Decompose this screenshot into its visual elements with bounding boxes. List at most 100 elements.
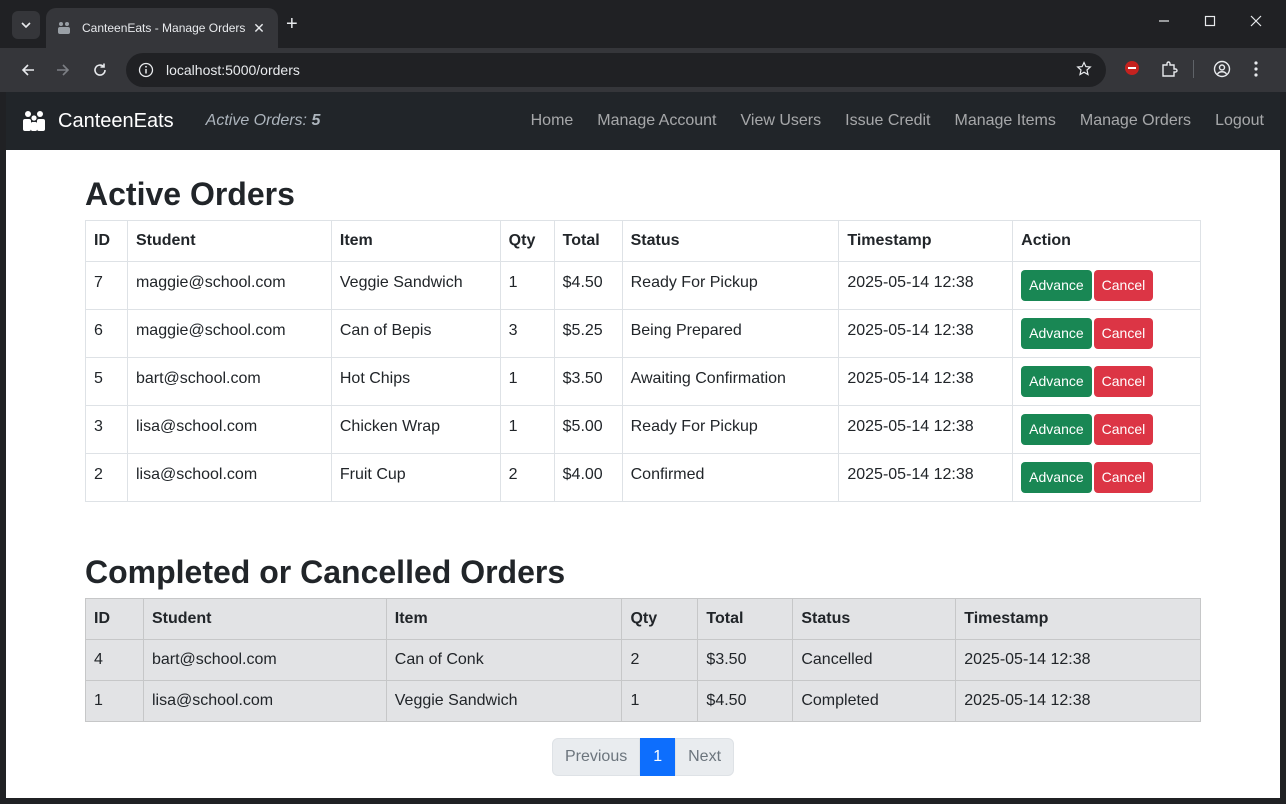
cell-id: 1 (85, 680, 144, 722)
address-bar[interactable]: localhost:5000/orders (126, 53, 1106, 87)
cell-student: maggie@school.com (126, 309, 332, 358)
forward-icon[interactable] (51, 58, 75, 82)
pagination-previous[interactable]: Previous (551, 738, 641, 776)
cancel-button[interactable]: Cancel (1093, 366, 1154, 397)
cell-student: bart@school.com (142, 639, 387, 681)
cell-qty: 2 (621, 639, 699, 681)
col-timestamp: Timestamp (955, 598, 1201, 640)
cell-student: lisa@school.com (126, 453, 332, 502)
cell-total: $4.50 (553, 261, 623, 310)
site-info-icon[interactable] (138, 62, 154, 78)
web-page: CanteenEats Active Orders: 5 Home Manage… (6, 92, 1280, 798)
cell-id: 7 (85, 261, 128, 310)
cell-action: Advance Cancel (1012, 309, 1201, 358)
table-row: 4 bart@school.com Can of Conk 2 $3.50 Ca… (85, 639, 1201, 681)
cell-item: Hot Chips (330, 357, 501, 406)
cell-status: Awaiting Confirmation (621, 357, 840, 406)
advance-button[interactable]: Advance (1021, 414, 1092, 445)
cell-total: $3.50 (553, 357, 623, 406)
cell-action: Advance Cancel (1012, 261, 1201, 310)
cell-total: $5.25 (553, 309, 623, 358)
cell-student: maggie@school.com (126, 261, 332, 310)
cell-timestamp: 2025-05-14 12:38 (838, 453, 1014, 502)
cell-timestamp: 2025-05-14 12:38 (838, 405, 1014, 454)
new-tab-button[interactable]: + (286, 13, 298, 35)
cancel-button[interactable]: Cancel (1093, 270, 1154, 301)
advance-button[interactable]: Advance (1021, 366, 1092, 397)
cell-status: Cancelled (792, 639, 957, 681)
maximize-icon[interactable] (1204, 14, 1216, 30)
tab-title: CanteenEats - Manage Orders (82, 21, 246, 35)
nav-issue-credit[interactable]: Issue Credit (845, 112, 930, 130)
nav-home[interactable]: Home (531, 112, 574, 130)
completed-orders-table: ID Student Item Qty Total Status Timesta… (85, 598, 1201, 722)
cell-qty: 1 (499, 357, 555, 406)
pagination-page-current[interactable]: 1 (640, 738, 676, 776)
browser-tab[interactable]: CanteenEats - Manage Orders ✕ (46, 8, 278, 48)
col-action: Action (1012, 220, 1201, 262)
col-status: Status (792, 598, 957, 640)
cell-id: 4 (85, 639, 144, 681)
advance-button[interactable]: Advance (1021, 270, 1092, 301)
col-qty: Qty (499, 220, 555, 262)
cell-id: 5 (85, 357, 128, 406)
browser-window: CanteenEats - Manage Orders ✕ + localhos… (0, 0, 1286, 804)
table-row: 7 maggie@school.com Veggie Sandwich 1 $4… (85, 261, 1201, 310)
col-id: ID (85, 598, 144, 640)
cell-student: lisa@school.com (142, 680, 387, 722)
cell-item: Can of Bepis (330, 309, 501, 358)
cell-qty: 1 (499, 405, 555, 454)
tab-strip: CanteenEats - Manage Orders ✕ + (0, 0, 1286, 48)
brand[interactable]: CanteenEats (22, 110, 174, 133)
extensions-puzzle-icon[interactable] (1160, 60, 1178, 83)
cancel-button[interactable]: Cancel (1093, 414, 1154, 445)
nav-view-users[interactable]: View Users (741, 112, 822, 130)
people-icon (22, 110, 46, 132)
chevron-down-icon (21, 22, 31, 28)
cell-item: Veggie Sandwich (330, 261, 501, 310)
tab-close-icon[interactable]: ✕ (250, 20, 268, 37)
cell-action: Advance Cancel (1012, 405, 1201, 454)
col-timestamp: Timestamp (838, 220, 1014, 262)
cell-id: 6 (85, 309, 128, 358)
cell-qty: 3 (499, 309, 555, 358)
cell-timestamp: 2025-05-14 12:38 (955, 680, 1201, 722)
nav-logout[interactable]: Logout (1215, 112, 1264, 130)
close-window-icon[interactable] (1250, 14, 1262, 30)
cell-timestamp: 2025-05-14 12:38 (838, 309, 1014, 358)
advance-button[interactable]: Advance (1021, 318, 1092, 349)
bookmark-star-icon[interactable] (1076, 61, 1092, 82)
cell-action: Advance Cancel (1012, 453, 1201, 502)
cell-item: Can of Conk (385, 639, 623, 681)
cell-timestamp: 2025-05-14 12:38 (955, 639, 1201, 681)
cell-total: $4.00 (553, 453, 623, 502)
reload-icon[interactable] (88, 58, 112, 82)
kebab-menu-icon[interactable] (1253, 60, 1259, 83)
cell-status: Ready For Pickup (621, 405, 840, 454)
cell-timestamp: 2025-05-14 12:38 (838, 357, 1014, 406)
table-row: 5 bart@school.com Hot Chips 1 $3.50 Awai… (85, 357, 1201, 406)
minimize-icon[interactable] (1158, 14, 1170, 30)
extension-blocker-icon[interactable] (1124, 60, 1140, 81)
advance-button[interactable]: Advance (1021, 462, 1092, 493)
app-navbar: CanteenEats Active Orders: 5 Home Manage… (6, 92, 1280, 150)
col-status: Status (621, 220, 840, 262)
nav-manage-orders[interactable]: Manage Orders (1080, 112, 1191, 130)
table-row: 6 maggie@school.com Can of Bepis 3 $5.25… (85, 309, 1201, 358)
cell-status: Confirmed (621, 453, 840, 502)
table-row: 3 lisa@school.com Chicken Wrap 1 $5.00 R… (85, 405, 1201, 454)
cell-total: $3.50 (697, 639, 794, 681)
cell-item: Veggie Sandwich (385, 680, 623, 722)
cell-item: Chicken Wrap (330, 405, 501, 454)
nav-manage-items[interactable]: Manage Items (955, 112, 1056, 130)
tab-search-button[interactable] (12, 11, 40, 39)
col-total: Total (553, 220, 623, 262)
cancel-button[interactable]: Cancel (1093, 462, 1154, 493)
table-header-row: ID Student Item Qty Total Status Timesta… (85, 220, 1201, 262)
table-row: 1 lisa@school.com Veggie Sandwich 1 $4.5… (85, 680, 1201, 722)
cancel-button[interactable]: Cancel (1093, 318, 1154, 349)
profile-icon[interactable] (1213, 60, 1231, 83)
pagination-next[interactable]: Next (675, 738, 735, 776)
nav-manage-account[interactable]: Manage Account (597, 112, 716, 130)
back-icon[interactable] (16, 58, 40, 82)
